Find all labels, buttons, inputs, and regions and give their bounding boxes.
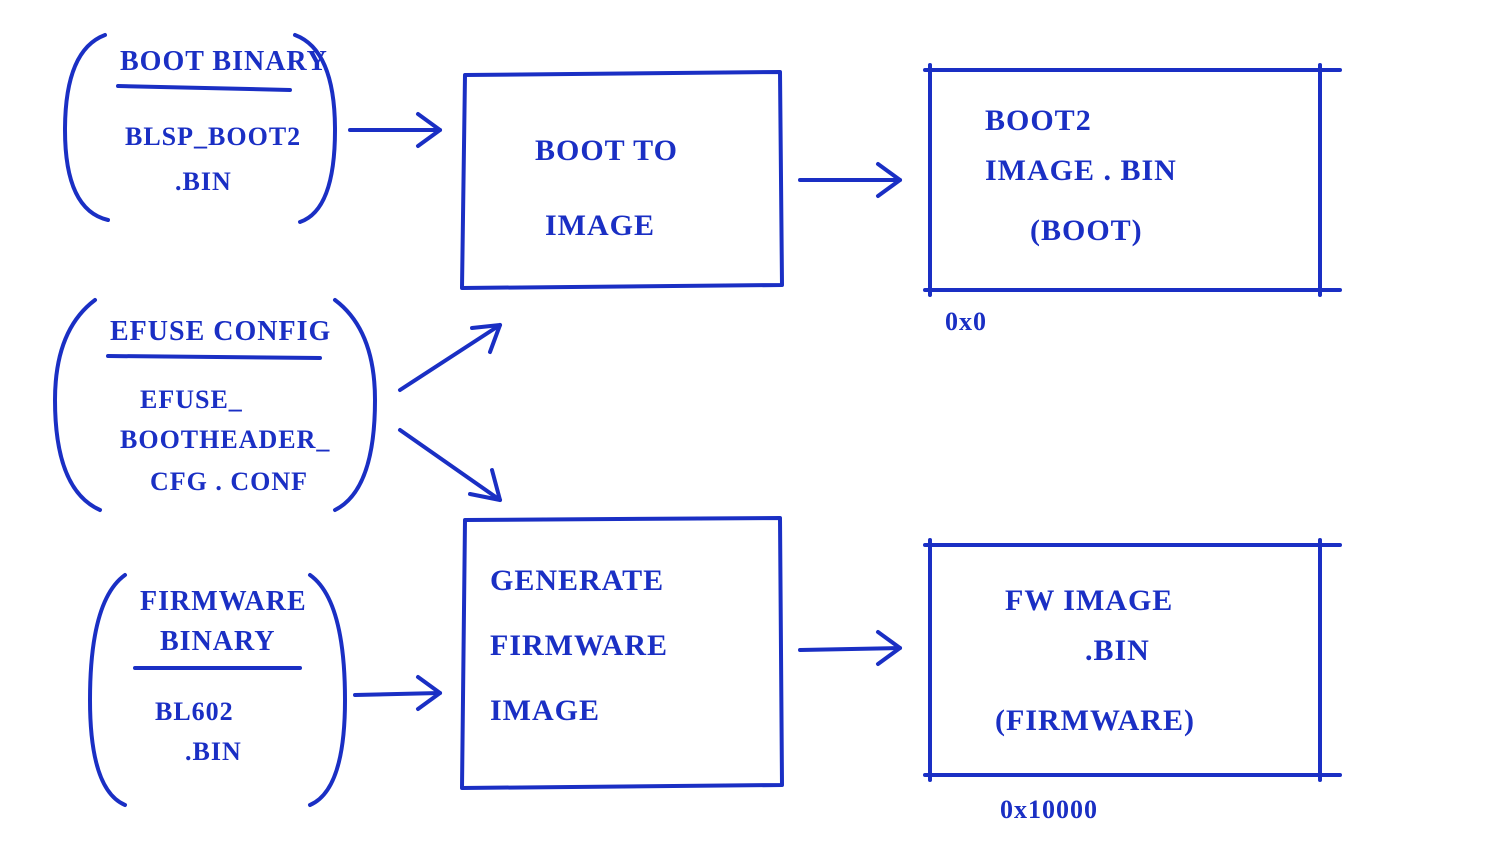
boot2-line1: BOOT2 (985, 104, 1092, 137)
fw-line2: .BIN (1085, 634, 1150, 667)
boot-binary-header: BOOT BINARY (120, 46, 328, 77)
boot2-line2: IMAGE . BIN (985, 154, 1177, 187)
generate-fw-image-box: GENERATE FIRMWARE IMAGE (462, 518, 782, 788)
fw-line1: FW IMAGE (1005, 584, 1173, 617)
fw-output-box: FW IMAGE .BIN (FIRMWARE) 0x10000 (925, 540, 1340, 824)
boot-binary-line2: .BIN (175, 167, 232, 196)
efuse-config-group: EFUSE CONFIG EFUSE_ BOOTHEADER_ CFG . CO… (55, 300, 375, 510)
boot-binary-group: BOOT BINARY BLSP_BOOT2 .BIN (65, 35, 335, 222)
boot-to-image-line1: BOOT TO (535, 134, 678, 167)
fw-binary-header: FIRMWARE (140, 586, 307, 617)
boot2-address: 0x0 (945, 307, 987, 336)
fw-binary-line1: BL602 (155, 697, 234, 726)
genfw-line3: IMAGE (490, 694, 600, 727)
boot-binary-line1: BLSP_BOOT2 (125, 122, 301, 151)
arrow-genfw-to-output (800, 632, 900, 664)
arrow-efuse-to-fw (400, 430, 500, 500)
genfw-line2: FIRMWARE (490, 629, 668, 662)
fw-line3: (FIRMWARE) (995, 704, 1195, 737)
efuse-line3: CFG . CONF (150, 467, 308, 496)
arrow-fwbin-to-process (355, 677, 440, 709)
arrow-boot-to-output (800, 164, 900, 196)
diagram: BOOT BINARY BLSP_BOOT2 .BIN EFUSE CONFIG… (0, 0, 1494, 867)
boot-to-image-line2: IMAGE (545, 209, 655, 242)
efuse-line2: BOOTHEADER_ (120, 425, 330, 454)
genfw-line1: GENERATE (490, 564, 664, 597)
fw-binary-line2: .BIN (185, 737, 242, 766)
fw-binary-header2: BINARY (160, 626, 275, 657)
fw-binary-group: FIRMWARE BINARY BL602 .BIN (90, 575, 345, 805)
boot-to-image-box: BOOT TO IMAGE (462, 72, 782, 288)
arrow-bootbin-to-process (350, 114, 440, 146)
efuse-line1: EFUSE_ (140, 385, 243, 414)
arrow-efuse-to-boot (400, 325, 500, 390)
boot2-line3: (BOOT) (1030, 214, 1143, 247)
fw-address: 0x10000 (1000, 795, 1098, 824)
boot2-output-box: BOOT2 IMAGE . BIN (BOOT) 0x0 (925, 65, 1340, 336)
efuse-header: EFUSE CONFIG (110, 316, 331, 347)
